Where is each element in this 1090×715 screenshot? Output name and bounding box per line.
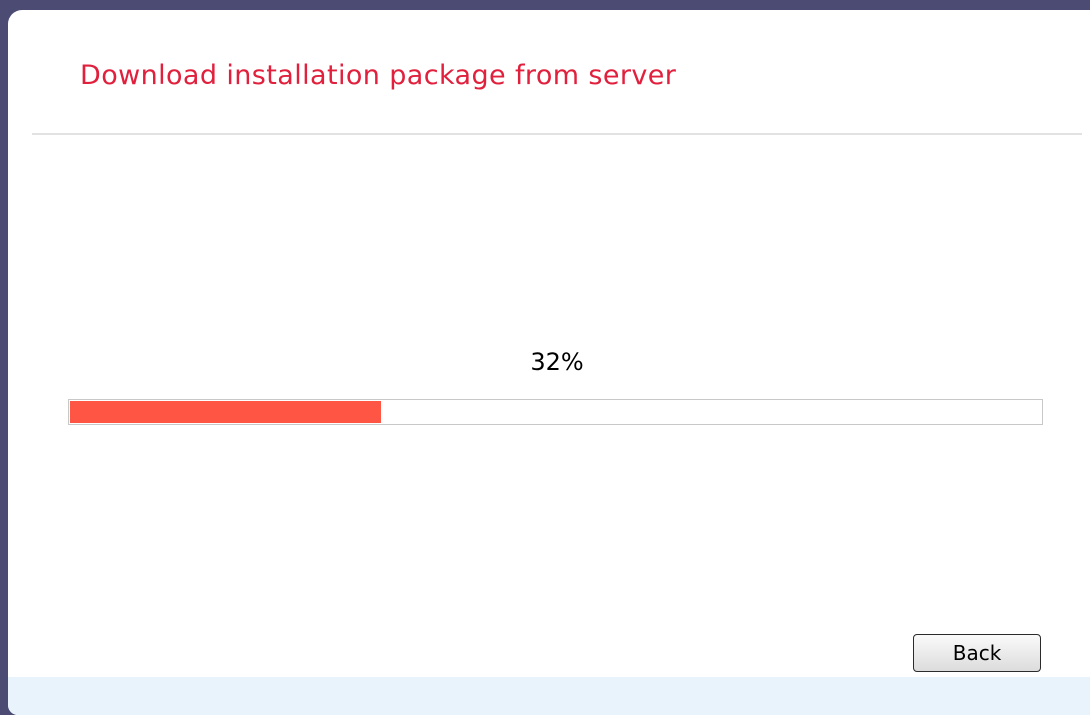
download-progress-bar	[68, 399, 1043, 425]
window-frame: Download installation package from serve…	[0, 0, 1090, 715]
title-divider	[32, 133, 1082, 135]
progress-fill	[70, 401, 381, 423]
dialog-panel: Download installation package from serve…	[8, 10, 1090, 715]
footer-band	[8, 677, 1090, 715]
progress-percent-label: 32%	[530, 348, 584, 376]
back-button[interactable]: Back	[913, 634, 1041, 672]
page-title: Download installation package from serve…	[80, 60, 677, 91]
